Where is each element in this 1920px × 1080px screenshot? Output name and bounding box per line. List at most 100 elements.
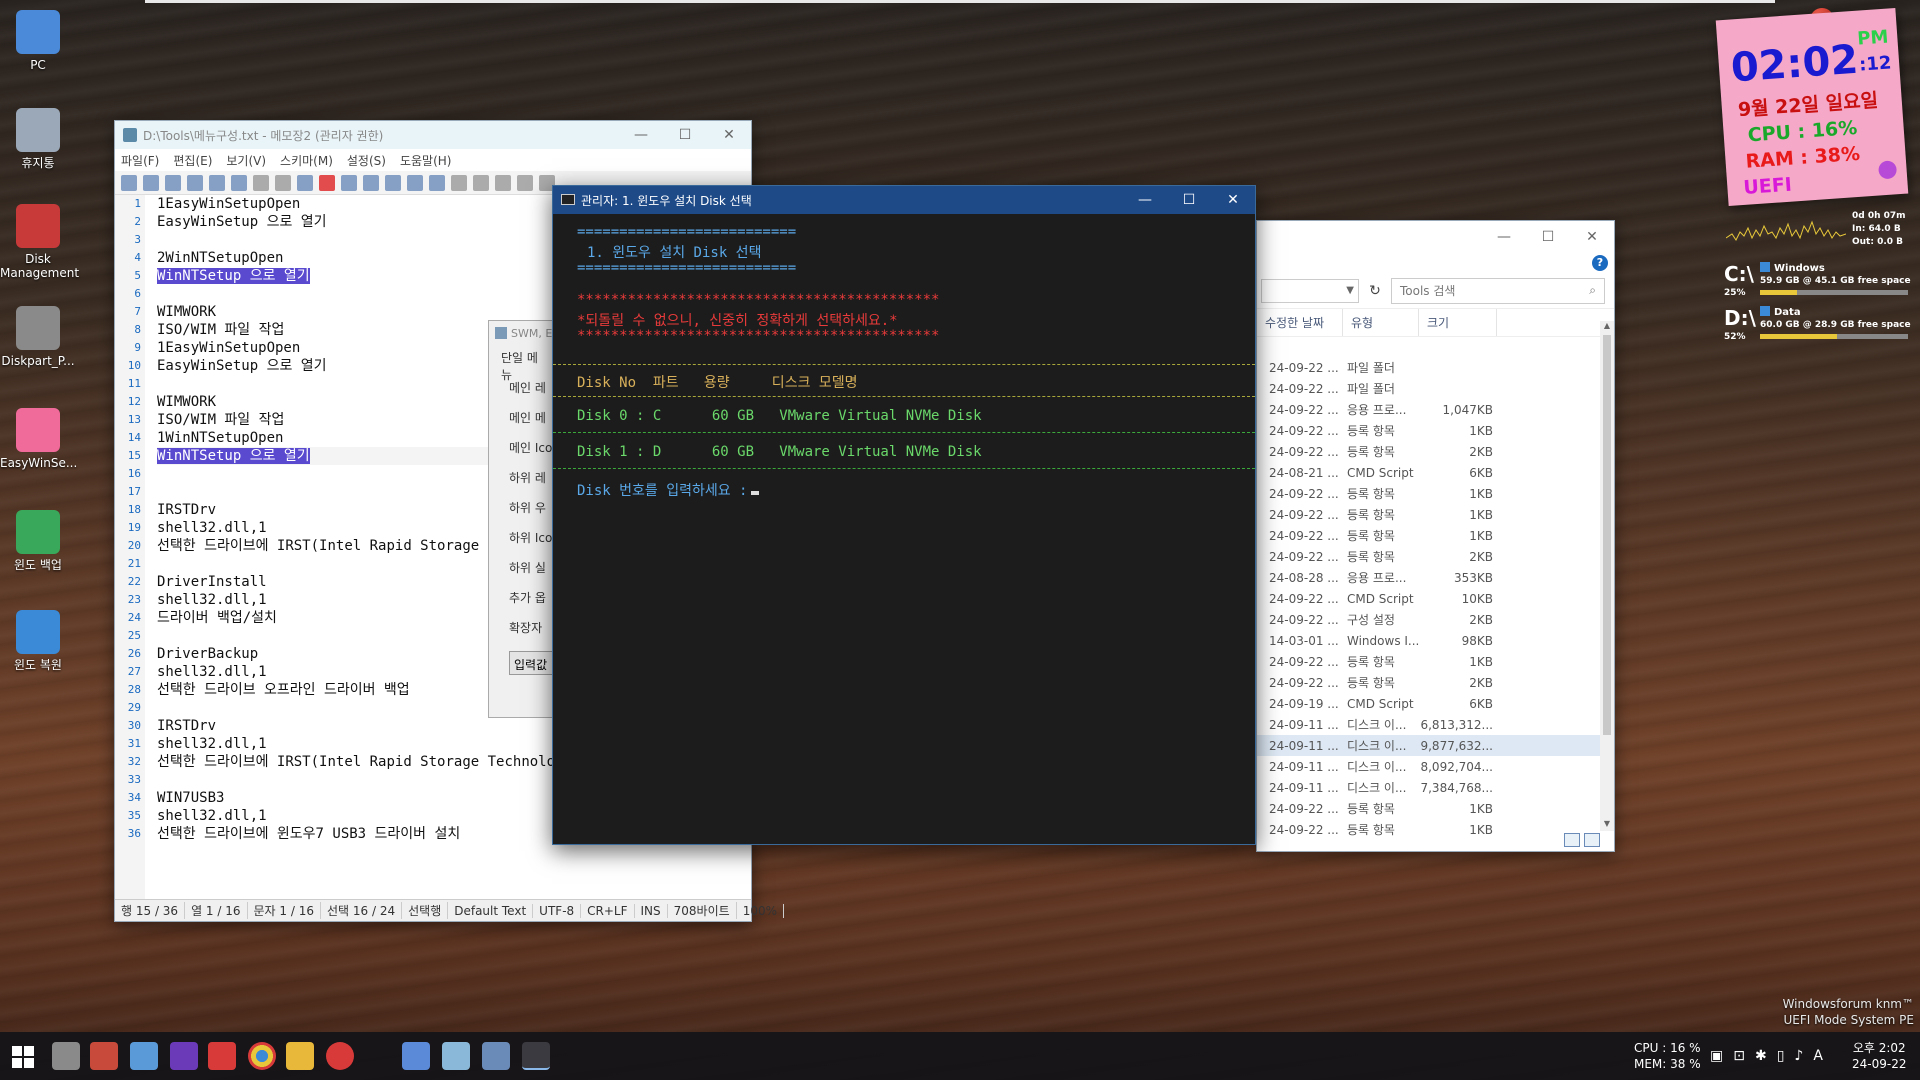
explorer-scrollbar[interactable]: ▲ ▼: [1600, 321, 1614, 831]
file-row[interactable]: 24-09-22 ... 응용 프로... 1,047KB: [1257, 399, 1600, 420]
thumbnail-view-icon[interactable]: [1584, 833, 1600, 847]
explorer-titlebar[interactable]: — ☐ ✕: [1257, 221, 1614, 253]
menu-item[interactable]: 보기(V): [226, 152, 266, 169]
file-manager-icon[interactable]: [130, 1042, 158, 1070]
find-icon[interactable]: [385, 174, 401, 191]
file-row[interactable]: 24-09-22 ... 등록 항목 1KB: [1257, 798, 1600, 819]
usb-icon[interactable]: ▯: [1777, 1048, 1785, 1064]
copy-icon[interactable]: [341, 174, 357, 191]
desktop-icon[interactable]: PC: [0, 10, 76, 72]
desktop-icon[interactable]: 윈도 백업: [0, 510, 76, 572]
file-row[interactable]: 24-09-22 ... 등록 항목 2KB: [1257, 441, 1600, 462]
media-icon[interactable]: [170, 1042, 198, 1070]
delete-icon[interactable]: [319, 174, 335, 191]
menu-item[interactable]: 설정(S): [347, 152, 386, 169]
file-row[interactable]: 24-09-22 ... 파일 폴더: [1257, 378, 1600, 399]
scroll-up-icon[interactable]: ▲: [1600, 321, 1614, 333]
zoom-in-icon[interactable]: [473, 174, 489, 191]
redo-icon[interactable]: [275, 174, 291, 191]
anydesk-icon[interactable]: [208, 1042, 236, 1070]
swm-input-button[interactable]: 입력값: [509, 651, 553, 675]
notepad-titlebar[interactable]: D:\Tools\메뉴구성.txt - 메모장2 (관리자 권한) — ☐ ✕: [115, 121, 751, 149]
file-row[interactable]: 24-09-22 ... 파일 폴더: [1257, 357, 1600, 378]
column-size[interactable]: 크기: [1419, 309, 1497, 336]
file-row[interactable]: 24-08-28 ... 응용 프로... 353KB: [1257, 567, 1600, 588]
explorer-window[interactable]: — ☐ ✕ ? ▼ ↻ Tools 검색 ⌕ 수정한 날짜 유형 크기 24-0…: [1256, 220, 1615, 852]
file-row[interactable]: 24-09-22 ... 등록 항목 2KB: [1257, 672, 1600, 693]
taskbar-clock[interactable]: 오후 2:02 24-09-22: [1852, 1040, 1906, 1072]
monitor-icon[interactable]: ▣: [1710, 1048, 1723, 1064]
file-row[interactable]: 24-09-22 ... 등록 항목 1KB: [1257, 420, 1600, 441]
save-icon[interactable]: [209, 174, 225, 191]
wordwrap-icon[interactable]: [429, 174, 445, 191]
maximize-button[interactable]: ☐: [1526, 221, 1570, 253]
browse-icon[interactable]: [165, 174, 181, 191]
desktop-icon[interactable]: EasyWinSe...: [0, 408, 77, 470]
file-row[interactable]: 24-09-22 ... 등록 항목 1KB: [1257, 504, 1600, 525]
desktop-icon[interactable]: Diskpart_P...: [0, 306, 76, 368]
scrollbar-thumb[interactable]: [1603, 335, 1611, 735]
menu-item[interactable]: 스키마(M): [280, 152, 333, 169]
scheme-icon[interactable]: [517, 174, 533, 191]
start-button[interactable]: [12, 1046, 34, 1068]
swm-dialog[interactable]: SWM, E 단일 메뉴 메인 레 메인 메 메인 Ico 하위 레 하위 우 하위 Ic…: [488, 320, 558, 718]
maximize-button[interactable]: ☐: [1167, 186, 1211, 214]
open-icon[interactable]: [143, 174, 159, 191]
menu-item[interactable]: 파일(F): [121, 152, 159, 169]
cut-icon[interactable]: [297, 174, 313, 191]
file-row[interactable]: 24-09-22 ... CMD Script 10KB: [1257, 588, 1600, 609]
file-row[interactable]: 24-09-11 ... 디스크 이... 9,877,632...: [1257, 735, 1600, 756]
details-view-icon[interactable]: [1564, 833, 1580, 847]
new-icon[interactable]: [121, 174, 137, 191]
minimize-button[interactable]: —: [619, 121, 663, 149]
minimize-button[interactable]: —: [1123, 186, 1167, 214]
file-row[interactable]: 24-09-11 ... 디스크 이... 6,813,312...: [1257, 714, 1600, 735]
replace-icon[interactable]: [407, 174, 423, 191]
console-prompt[interactable]: Disk 번호를 입력하세요 :: [577, 480, 760, 500]
refresh-icon[interactable]: ↻: [1365, 283, 1385, 299]
network-icon[interactable]: ⊡: [1733, 1048, 1745, 1064]
undo-icon[interactable]: [253, 174, 269, 191]
help-icon[interactable]: ?: [1592, 255, 1608, 271]
folder-icon[interactable]: [286, 1042, 314, 1070]
address-bar[interactable]: ▼: [1261, 278, 1359, 303]
list-icon[interactable]: [451, 174, 467, 191]
file-row[interactable]: 24-09-22 ... 등록 항목 1KB: [1257, 651, 1600, 672]
settings-dot-icon[interactable]: [1877, 160, 1898, 180]
scroll-down-icon[interactable]: ▼: [1600, 819, 1614, 831]
file-row[interactable]: 24-09-22 ... 등록 항목 1KB: [1257, 525, 1600, 546]
close-button[interactable]: ✕: [1570, 221, 1614, 253]
notepad-taskbar-icon[interactable]: [442, 1042, 470, 1070]
file-row[interactable]: 24-09-22 ... 등록 항목 1KB: [1257, 819, 1600, 840]
folder-icon[interactable]: [187, 174, 203, 191]
file-row[interactable]: 24-09-11 ... 디스크 이... 7,384,768...: [1257, 777, 1600, 798]
file-row[interactable]: 24-09-22 ... 구성 설정 2KB: [1257, 609, 1600, 630]
desktop-icon[interactable]: Disk Management: [0, 204, 79, 280]
column-type[interactable]: 유형: [1343, 309, 1419, 336]
file-row[interactable]: 24-09-11 ... 디스크 이... 8,092,704...: [1257, 756, 1600, 777]
file-row[interactable]: 24-09-22 ... 등록 항목 2KB: [1257, 546, 1600, 567]
column-date[interactable]: 수정한 날짜: [1257, 309, 1343, 336]
bluetooth-icon[interactable]: ✱: [1755, 1048, 1767, 1064]
console-output[interactable]: ========================== 1. 윈도우 설치 Dis…: [553, 214, 1255, 844]
console-window[interactable]: 관리자: 1. 윈도우 설치 Disk 선택 — ☐ ✕ ===========…: [552, 185, 1256, 845]
chrome-icon[interactable]: [248, 1042, 276, 1070]
cmd-taskbar-icon[interactable]: [522, 1042, 550, 1070]
file-row[interactable]: 24-08-21 ... CMD Script 6KB: [1257, 462, 1600, 483]
zoom-out-icon[interactable]: [495, 174, 511, 191]
ime-indicator[interactable]: A: [1813, 1048, 1823, 1064]
search-input[interactable]: Tools 검색 ⌕: [1391, 277, 1605, 304]
menu-item[interactable]: 편집(E): [173, 152, 212, 169]
menu-item[interactable]: 도움말(H): [400, 152, 452, 169]
file-row[interactable]: 24-09-22 ... 등록 항목 1KB: [1257, 483, 1600, 504]
toolbox-icon[interactable]: [90, 1042, 118, 1070]
swm-taskbar-icon[interactable]: [482, 1042, 510, 1070]
maximize-button[interactable]: ☐: [663, 121, 707, 149]
chevron-down-icon[interactable]: ▼: [1346, 285, 1354, 296]
desktop-icon[interactable]: 윈도 복원: [0, 610, 76, 672]
power-icon[interactable]: [326, 1042, 354, 1070]
volume-icon[interactable]: ♪: [1794, 1048, 1803, 1064]
swm-tab[interactable]: 단일 메뉴: [501, 349, 545, 382]
tools-icon[interactable]: [52, 1042, 80, 1070]
desktop-icon[interactable]: 휴지통: [0, 108, 76, 170]
